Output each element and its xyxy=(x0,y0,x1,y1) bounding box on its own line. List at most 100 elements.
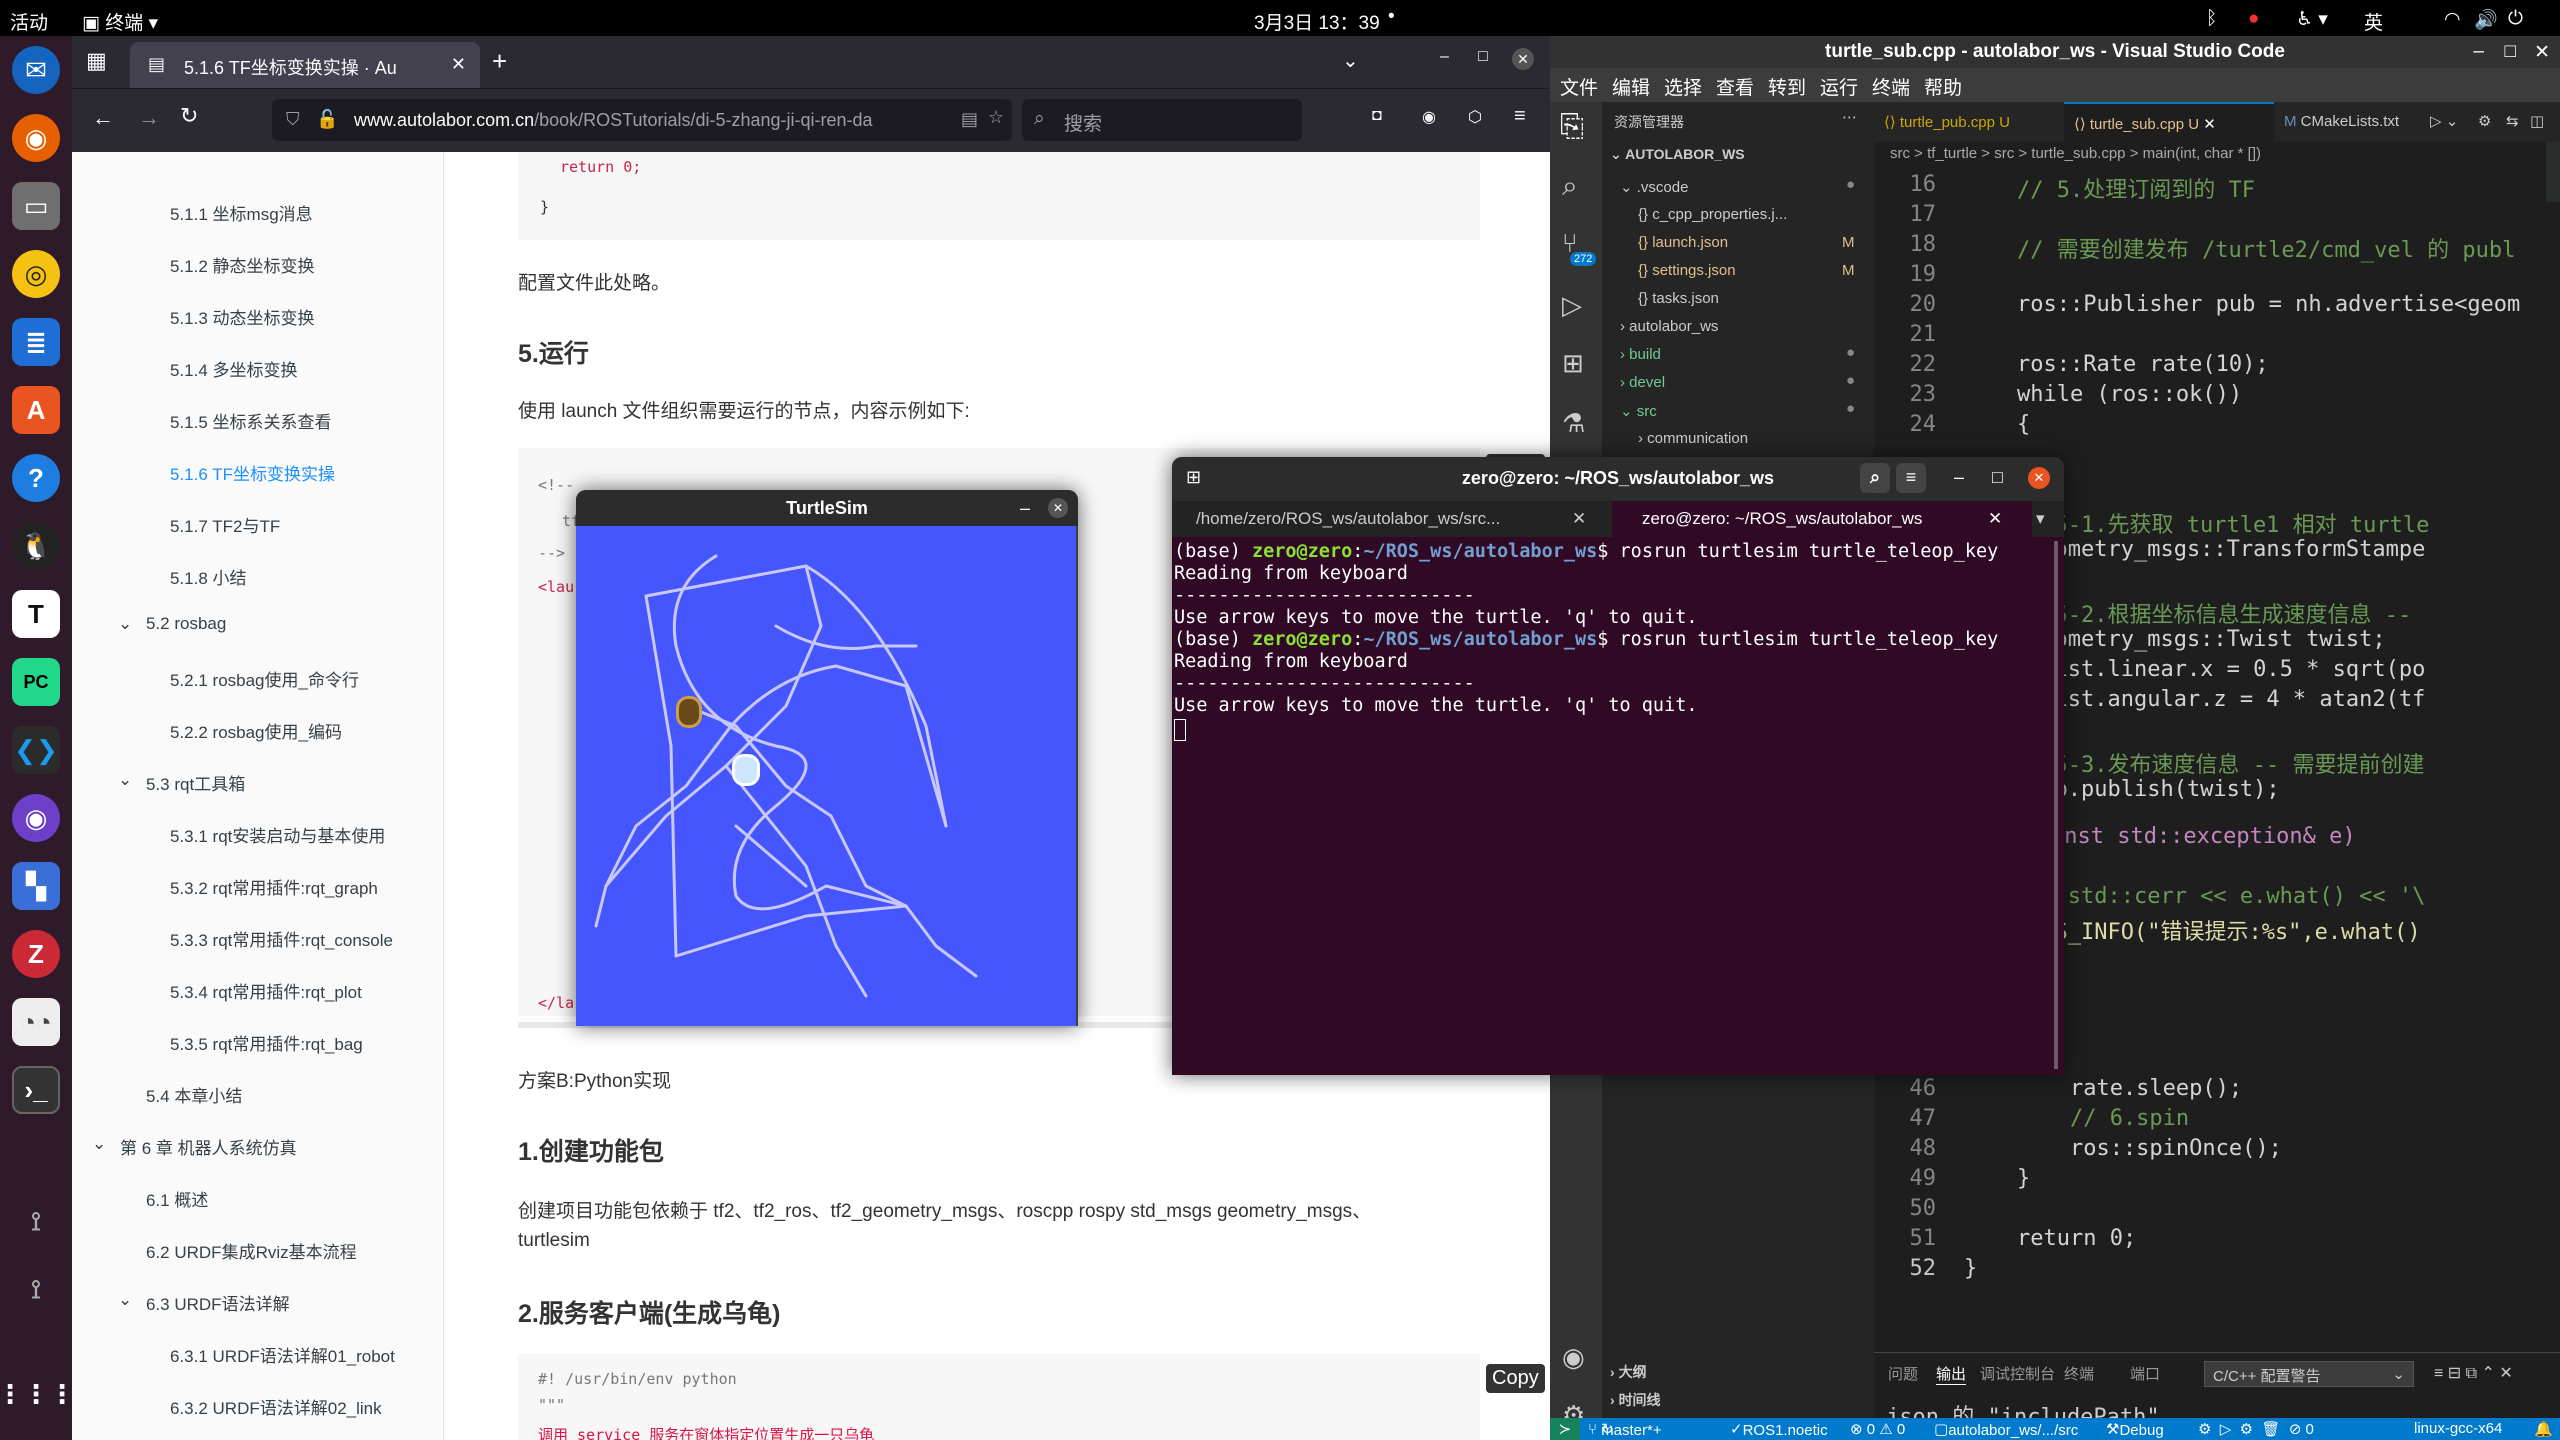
clock[interactable]: 3月3日 13：39 xyxy=(1254,8,1380,35)
ros-status[interactable]: ✓ ROS1.noetic xyxy=(1730,1420,1828,1439)
toc-item[interactable]: 5.1.8 小结 xyxy=(170,564,247,589)
toc-item[interactable]: 5.3.5 rqt常用插件:rqt_bag xyxy=(170,1030,363,1055)
compiler-config[interactable]: linux-gcc-x64 xyxy=(2414,1420,2502,1437)
github-icon[interactable]: ◉ xyxy=(12,794,60,842)
chevron-down-icon[interactable]: ⌄ xyxy=(118,770,132,790)
chevron-down-icon[interactable]: ⌄ xyxy=(118,1290,132,1310)
tab-list-icon[interactable]: ▦ xyxy=(86,48,107,74)
tab-turtle-sub[interactable]: ⟨⟩ turtle_sub.cpp U ✕ xyxy=(2064,102,2274,142)
account-icon[interactable]: ◉ xyxy=(1562,1342,1585,1373)
rhythmbox-icon[interactable]: ◎ xyxy=(12,250,60,298)
power-icon[interactable]: ⏻ xyxy=(2508,8,2523,30)
typora-icon[interactable]: T xyxy=(12,590,60,638)
tree-item[interactable]: ⌄ src xyxy=(1620,402,1657,420)
new-tab-icon[interactable]: ⊞ xyxy=(1186,467,1201,488)
menu-4[interactable]: 转到 xyxy=(1768,73,1806,100)
minimize-button[interactable]: – xyxy=(1440,48,1449,66)
run-debug-icon[interactable]: ▷ xyxy=(1562,290,1582,321)
split-editor-icon[interactable]: ◫ xyxy=(2530,112,2544,130)
tree-item[interactable]: {} settings.json xyxy=(1638,262,1736,279)
search-icon[interactable]: ⌕ xyxy=(1860,463,1890,493)
tree-item[interactable]: {} launch.json xyxy=(1638,234,1728,251)
pocket-icon[interactable]: ◘ xyxy=(1372,107,1382,125)
status-icons[interactable]: ⚙ ▷ ⚙ 🗑 ⊘ 0 xyxy=(2198,1420,2314,1438)
back-icon[interactable]: ← xyxy=(92,105,114,131)
panel-tab[interactable]: 终端 xyxy=(2064,1363,2094,1384)
qq-icon[interactable]: 🐧 xyxy=(12,522,60,570)
menu-3[interactable]: 查看 xyxy=(1716,73,1754,100)
tree-item[interactable]: › autolabor_ws xyxy=(1620,318,1718,335)
close-tab-icon[interactable]: ✕ xyxy=(451,54,466,75)
maximize-button[interactable]: □ xyxy=(2505,41,2516,63)
turtlesim-window[interactable]: TurtleSim – ✕ xyxy=(576,490,1078,1026)
reload-icon[interactable]: ↻ xyxy=(180,103,198,129)
minimize-button[interactable]: – xyxy=(1954,467,1964,488)
volume-icon[interactable]: 🔊 xyxy=(2474,8,2498,32)
menu-5[interactable]: 运行 xyxy=(1820,73,1858,100)
toc-item[interactable]: 5.2.2 rosbag使用_编码 xyxy=(170,718,342,743)
software-icon[interactable]: A xyxy=(12,386,60,434)
git-branch[interactable]: ⑂ master*+ ↻ xyxy=(1588,1420,1662,1439)
bluetooth-icon[interactable]: ᛒ xyxy=(2206,8,2217,30)
tab-dropdown-icon[interactable]: ▾ xyxy=(2036,509,2045,529)
turtlesim-titlebar[interactable]: TurtleSim – ✕ xyxy=(576,490,1078,526)
pycharm-icon[interactable]: PC xyxy=(12,658,60,706)
menu-6[interactable]: 终端 xyxy=(1872,73,1910,100)
toc-item[interactable]: 5.3 rqt工具箱 xyxy=(146,770,245,795)
close-button[interactable]: ✕ xyxy=(2028,467,2050,489)
maximize-button[interactable]: □ xyxy=(1478,48,1488,66)
timeline-section[interactable]: › 时间线 xyxy=(1610,1390,1661,1410)
close-button[interactable]: ✕ xyxy=(2534,41,2550,64)
terminal-tab-1[interactable]: /home/zero/ROS_ws/autolabor_ws/src... ✕ xyxy=(1172,501,1612,537)
tree-item[interactable]: › build xyxy=(1620,346,1661,363)
toc-item[interactable]: 5.2.1 rosbag使用_命令行 xyxy=(170,666,359,691)
panel-tab[interactable]: 输出 xyxy=(1936,1363,1967,1385)
bookmark-star-icon[interactable]: ☆ xyxy=(987,107,1004,128)
menu-2[interactable]: 选择 xyxy=(1664,73,1702,100)
toc-item[interactable]: 6.2 URDF集成Rviz基本流程 xyxy=(146,1238,357,1263)
toc-item[interactable]: 6.3.2 URDF语法详解02_link xyxy=(170,1394,382,1419)
tab-tf-tutorial[interactable]: ▤ 5.1.6 TF坐标变换实操 · Au ✕ xyxy=(130,42,480,88)
run-icon[interactable]: ▷ ⌄ xyxy=(2430,112,2458,130)
help-icon[interactable]: ? xyxy=(12,454,60,502)
menu-icon[interactable]: ≡ xyxy=(1514,105,1526,128)
toc-item[interactable]: 6.1 概述 xyxy=(146,1186,208,1211)
toc-item[interactable]: 5.1.3 动态坐标变换 xyxy=(170,304,315,329)
show-apps-icon[interactable]: ⋮⋮⋮ xyxy=(0,1370,75,1418)
tree-item[interactable]: {} c_cpp_properties.j... xyxy=(1638,206,1787,223)
reader-view-icon[interactable]: ▤ xyxy=(960,109,978,130)
terminal-output[interactable]: (base) zero@zero:~/ROS_ws/autolabor_ws$ … xyxy=(1172,537,2064,1075)
more-actions-icon[interactable]: ⋯ xyxy=(1842,108,1857,126)
toc-item[interactable]: 5.3.1 rqt安装启动与基本使用 xyxy=(170,822,385,847)
gnome-terminal-window[interactable]: ⊞ zero@zero: ~/ROS_ws/autolabor_ws ⌕ ≡ –… xyxy=(1172,457,2064,1075)
toc-item[interactable]: 5.1.4 多坐标变换 xyxy=(170,356,298,381)
terminal-app-menu[interactable]: ▣ 终端 ▾ xyxy=(82,8,158,35)
testing-icon[interactable]: ⚗ xyxy=(1562,408,1585,439)
minimize-button[interactable]: – xyxy=(1020,498,1030,519)
alert-icon[interactable]: ● xyxy=(2248,8,2259,30)
explorer-icon[interactable]: ⎘ xyxy=(1560,110,1584,144)
chevron-down-icon[interactable]: ⌄ xyxy=(92,1134,106,1154)
panel-tab[interactable]: 端口 xyxy=(2130,1363,2160,1384)
extensions-icon[interactable]: ⬡ xyxy=(1468,107,1482,127)
files-icon[interactable]: ▭ xyxy=(12,182,60,230)
close-button[interactable]: ✕ xyxy=(1048,498,1068,518)
cmake-folder[interactable]: ▢ autolabor_ws/.../src xyxy=(1934,1420,2078,1439)
activities-button[interactable]: 活动 xyxy=(10,8,48,35)
toc-item[interactable]: 5.1.7 TF2与TF xyxy=(170,512,280,537)
panel-tab[interactable]: 问题 xyxy=(1888,1363,1918,1384)
close-tab-icon[interactable]: ✕ xyxy=(1572,509,1586,529)
toc-item[interactable]: 6.3.1 URDF语法详解01_robot xyxy=(170,1342,395,1367)
debug-settings-icon[interactable]: ⚙ xyxy=(2478,112,2491,130)
writer-icon[interactable]: ≣ xyxy=(12,318,60,366)
menu-icon[interactable]: ≡ xyxy=(1896,463,1926,493)
extensions-icon[interactable]: ⊞ xyxy=(1562,348,1584,379)
tree-item[interactable]: › devel xyxy=(1620,374,1665,391)
output-channel-select[interactable]: C/C++ 配置警告 ⌄ xyxy=(2204,1361,2414,1387)
toc-item[interactable]: 5.4 本章小结 xyxy=(146,1082,242,1107)
close-tab-icon[interactable]: ✕ xyxy=(2203,116,2216,133)
vscode-icon[interactable]: ❮❯ xyxy=(12,726,60,774)
thunderbird-icon[interactable]: ✉ xyxy=(12,46,60,94)
usb-icon[interactable]: ⟟ xyxy=(12,1198,60,1246)
list-tabs-icon[interactable]: ⌄ xyxy=(1342,48,1359,73)
